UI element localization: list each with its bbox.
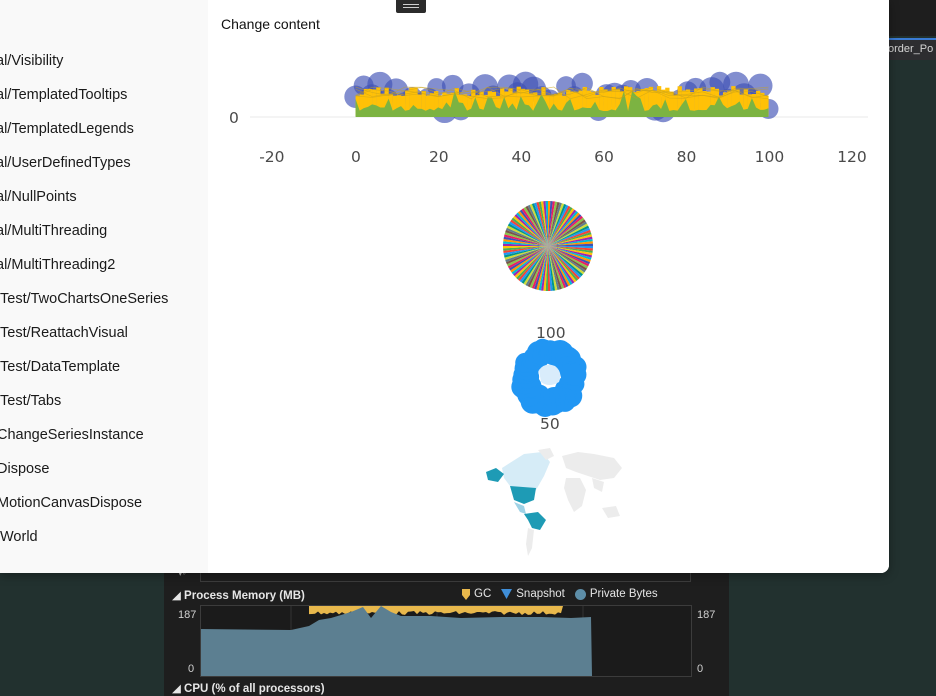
memory-area-svg	[201, 606, 592, 676]
map-eurasia	[562, 452, 622, 480]
ide-document-tab[interactable]: order_Po	[888, 38, 936, 60]
nav-item[interactable]: Dispose	[0, 458, 49, 480]
pie-chart[interactable]	[498, 196, 598, 296]
gc-marker-icon	[462, 588, 470, 600]
nav-item[interactable]: Test/TwoChartsOneSeries	[0, 288, 168, 310]
ide-tab-label: order_Po	[888, 43, 934, 55]
map-australia	[602, 506, 620, 518]
samples-nav-list: al/Visibility al/TemplatedTooltips al/Temp…	[0, 0, 208, 573]
nav-item[interactable]: al/TemplatedTooltips	[0, 84, 127, 106]
private-bytes-area	[201, 606, 592, 676]
legend-snapshot-label: Snapshot	[516, 588, 565, 600]
memory-y-max-left: 187	[178, 609, 197, 621]
memory-y-max-right: 187	[697, 609, 716, 621]
nav-item[interactable]: al/MultiThreading	[0, 220, 107, 242]
collapse-triangle-icon[interactable]: ◢	[172, 683, 184, 695]
nav-item[interactable]: al/MultiThreading2	[0, 254, 115, 276]
map-usa	[510, 486, 536, 504]
nav-item[interactable]: Test/DataTemplate	[0, 356, 120, 378]
map-brazil	[524, 512, 546, 530]
content-area: Change content -20 0 20 40 60 80 100 120 0 100 5…	[208, 0, 889, 573]
ide-tab-accent	[888, 38, 936, 40]
x-tick-label: 120	[837, 148, 867, 166]
x-tick-label: 80	[676, 148, 697, 166]
memory-legend: GC Snapshot Private Bytes	[462, 588, 658, 600]
x-tick-label: 60	[594, 148, 614, 166]
x-tick-label: 0	[350, 148, 361, 166]
nav-item[interactable]: al/Visibility	[0, 50, 63, 72]
ide-titlebar	[888, 0, 936, 36]
collapse-triangle-icon[interactable]: ◢	[172, 590, 184, 602]
nav-item[interactable]: MotionCanvasDispose	[0, 492, 142, 514]
legend-private-bytes: Private Bytes	[574, 588, 658, 600]
legend-snapshot: Snapshot	[501, 588, 565, 600]
process-memory-chart[interactable]	[200, 605, 692, 677]
memory-y-min-right: 0	[697, 663, 704, 675]
y-tick-label: 0	[229, 109, 239, 127]
memory-y-min-left: 0	[188, 663, 195, 675]
legend-private-bytes-label: Private Bytes	[589, 588, 658, 600]
legend-gc-label: GC	[474, 588, 492, 600]
cpu-label: CPU (% of all processors)	[184, 683, 325, 695]
x-tick-label: 40	[511, 148, 532, 166]
map-alaska	[486, 468, 504, 482]
sample-app-window: al/Visibility al/TemplatedTooltips al/Temp…	[0, 0, 889, 573]
nav-item[interactable]: al/NullPoints	[0, 186, 77, 208]
nav-item[interactable]: Test/ReattachVisual	[0, 322, 128, 344]
diagnostic-tools-panel: ▾◦ ◢ Process Memory (MB) GC Snapshot Pri…	[164, 560, 729, 696]
nav-item[interactable]: al/TemplatedLegends	[0, 118, 134, 140]
geo-map-chart[interactable]	[484, 448, 624, 558]
legend-gc: GC	[462, 588, 491, 600]
window-drag-grip[interactable]	[396, 0, 426, 13]
nav-item[interactable]: ChangeSeriesInstance	[0, 424, 144, 446]
nav-item[interactable]: Test/Tabs	[0, 390, 61, 412]
x-tick-label: -20	[259, 148, 285, 166]
polar-label-50: 50	[540, 415, 560, 433]
cpu-heading[interactable]: ◢ CPU (% of all processors)	[172, 681, 325, 695]
map-india	[592, 478, 604, 492]
nav-item[interactable]: al/UserDefinedTypes	[0, 152, 131, 174]
x-tick-label: 20	[428, 148, 449, 166]
change-content-button[interactable]: Change content	[221, 16, 320, 32]
nav-item[interactable]: World	[0, 526, 38, 548]
map-land	[486, 448, 622, 556]
map-south-america-south	[526, 528, 534, 556]
x-tick-label: 100	[754, 148, 785, 166]
polar-chart[interactable]	[505, 332, 595, 422]
polar-point	[564, 363, 587, 386]
private-bytes-dot-icon	[574, 588, 586, 600]
process-memory-label: Process Memory (MB)	[184, 590, 305, 602]
map-africa	[564, 478, 586, 512]
snapshot-marker-icon	[501, 589, 513, 599]
process-memory-heading[interactable]: ◢ Process Memory (MB)	[172, 588, 305, 602]
